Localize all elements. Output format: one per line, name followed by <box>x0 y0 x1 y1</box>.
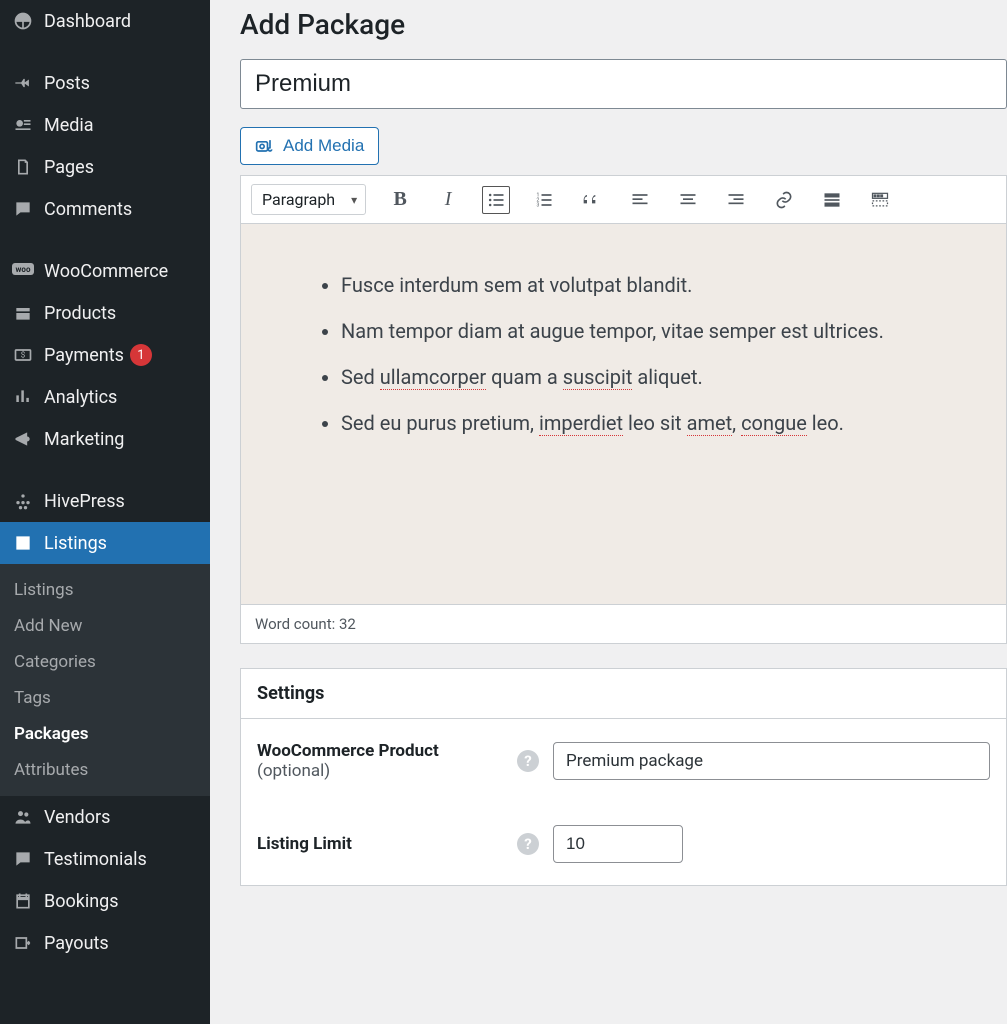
align-right-button[interactable] <box>722 186 750 214</box>
sidebar-item-label: WooCommerce <box>44 261 168 282</box>
sidebar-item-listings[interactable]: Listings <box>0 522 210 564</box>
add-media-label: Add Media <box>283 136 364 156</box>
media-icon <box>12 114 34 136</box>
settings-title: Settings <box>241 669 1006 719</box>
sidebar-item-marketing[interactable]: Marketing <box>0 418 210 460</box>
payouts-icon <box>12 932 34 954</box>
submenu-listings[interactable]: Listings <box>0 572 210 608</box>
settings-row-limit: Listing Limit ? <box>241 803 1006 885</box>
submenu-packages[interactable]: Packages <box>0 716 210 752</box>
align-left-button[interactable] <box>626 186 654 214</box>
align-center-button[interactable] <box>674 186 702 214</box>
svg-text:3: 3 <box>537 202 540 208</box>
content-line: Sed eu purus pretium, imperdiet leo sit … <box>341 408 966 438</box>
content-line: Fusce interdum sem at volutpat blandit. <box>341 270 966 300</box>
submenu-attributes[interactable]: Attributes <box>0 752 210 788</box>
sidebar-item-analytics[interactable]: Analytics <box>0 376 210 418</box>
bookings-icon <box>12 890 34 912</box>
add-media-button[interactable]: Add Media <box>240 127 379 165</box>
sidebar-item-pages[interactable]: Pages <box>0 146 210 188</box>
sidebar-submenu: Listings Add New Categories Tags Package… <box>0 564 210 796</box>
svg-text:woo: woo <box>16 265 31 274</box>
submenu-add-new[interactable]: Add New <box>0 608 210 644</box>
sidebar-item-media[interactable]: Media <box>0 104 210 146</box>
marketing-icon <box>12 428 34 450</box>
testimonials-icon <box>12 848 34 870</box>
sidebar-item-posts[interactable]: Posts <box>0 62 210 104</box>
product-label: WooCommerce Product (optional) <box>257 741 517 781</box>
payments-icon: $ <box>12 344 34 366</box>
main-content: Add Package Add Media Paragraph B I <box>210 0 1007 1024</box>
hive-icon <box>12 490 34 512</box>
sidebar-item-payments[interactable]: $ Payments 1 <box>0 334 210 376</box>
sidebar-item-hivepress[interactable]: HivePress <box>0 480 210 522</box>
word-count: Word count: 32 <box>241 604 1006 643</box>
toolbar-toggle-button[interactable] <box>866 186 894 214</box>
link-button[interactable] <box>770 186 798 214</box>
submenu-tags[interactable]: Tags <box>0 680 210 716</box>
settings-row-product: WooCommerce Product (optional) ? Premium… <box>241 719 1006 803</box>
sidebar-item-label: Payments <box>44 345 124 366</box>
pin-icon <box>12 72 34 94</box>
readmore-button[interactable] <box>818 186 846 214</box>
product-select[interactable]: Premium package <box>553 742 990 780</box>
sidebar-item-label: Comments <box>44 199 132 220</box>
submenu-categories[interactable]: Categories <box>0 644 210 680</box>
format-select[interactable]: Paragraph <box>251 184 366 215</box>
sidebar-item-label: Testimonials <box>44 849 147 870</box>
blockquote-button[interactable] <box>578 186 606 214</box>
sidebar-item-products[interactable]: Products <box>0 292 210 334</box>
notification-badge: 1 <box>130 344 152 366</box>
editor-content-area[interactable]: Fusce interdum sem at volutpat blandit. N… <box>241 224 1006 604</box>
numbered-list-button[interactable]: 123 <box>530 186 558 214</box>
sidebar-item-label: Payouts <box>44 933 109 954</box>
sidebar-item-label: Listings <box>44 533 107 554</box>
sidebar-item-label: Vendors <box>44 807 110 828</box>
content-line: Sed ullamcorper quam a suscipit aliquet. <box>341 362 966 392</box>
listings-icon <box>12 532 34 554</box>
camera-music-icon <box>255 137 275 155</box>
sidebar-item-label: Pages <box>44 157 94 178</box>
settings-panel: Settings WooCommerce Product (optional) … <box>240 668 1007 886</box>
vendors-icon <box>12 806 34 828</box>
sidebar-item-label: Posts <box>44 73 90 94</box>
sidebar-item-label: Media <box>44 115 94 136</box>
help-icon[interactable]: ? <box>517 750 539 772</box>
limit-label: Listing Limit <box>257 834 517 854</box>
sidebar-item-vendors[interactable]: Vendors <box>0 796 210 838</box>
svg-text:$: $ <box>21 350 26 361</box>
woo-icon: woo <box>12 260 34 282</box>
package-title-input[interactable] <box>240 59 1007 109</box>
pages-icon <box>12 156 34 178</box>
comments-icon <box>12 198 34 220</box>
sidebar-item-payouts[interactable]: Payouts <box>0 922 210 964</box>
page-title: Add Package <box>240 8 1007 41</box>
analytics-icon <box>12 386 34 408</box>
sidebar-item-label: Marketing <box>44 429 124 450</box>
sidebar-item-comments[interactable]: Comments <box>0 188 210 230</box>
products-icon <box>12 302 34 324</box>
sidebar-item-dashboard[interactable]: Dashboard <box>0 0 210 42</box>
listing-limit-input[interactable] <box>553 825 683 863</box>
sidebar-item-woocommerce[interactable]: woo WooCommerce <box>0 250 210 292</box>
help-icon[interactable]: ? <box>517 833 539 855</box>
sidebar-item-label: Bookings <box>44 891 119 912</box>
sidebar-item-bookings[interactable]: Bookings <box>0 880 210 922</box>
sidebar-item-label: HivePress <box>44 491 125 512</box>
admin-sidebar: Dashboard Posts Media Pages Commen <box>0 0 210 1024</box>
italic-button[interactable]: I <box>434 186 462 214</box>
sidebar-item-label: Products <box>44 303 116 324</box>
content-editor: Paragraph B I 123 <box>240 175 1007 644</box>
editor-toolbar: Paragraph B I 123 <box>241 176 1006 224</box>
sidebar-item-testimonials[interactable]: Testimonials <box>0 838 210 880</box>
bullet-list-button[interactable] <box>482 186 510 214</box>
content-line: Nam tempor diam at augue tempor, vitae s… <box>341 316 966 346</box>
bold-button[interactable]: B <box>386 186 414 214</box>
sidebar-item-label: Dashboard <box>44 11 131 32</box>
sidebar-item-label: Analytics <box>44 387 117 408</box>
dashboard-icon <box>12 10 34 32</box>
